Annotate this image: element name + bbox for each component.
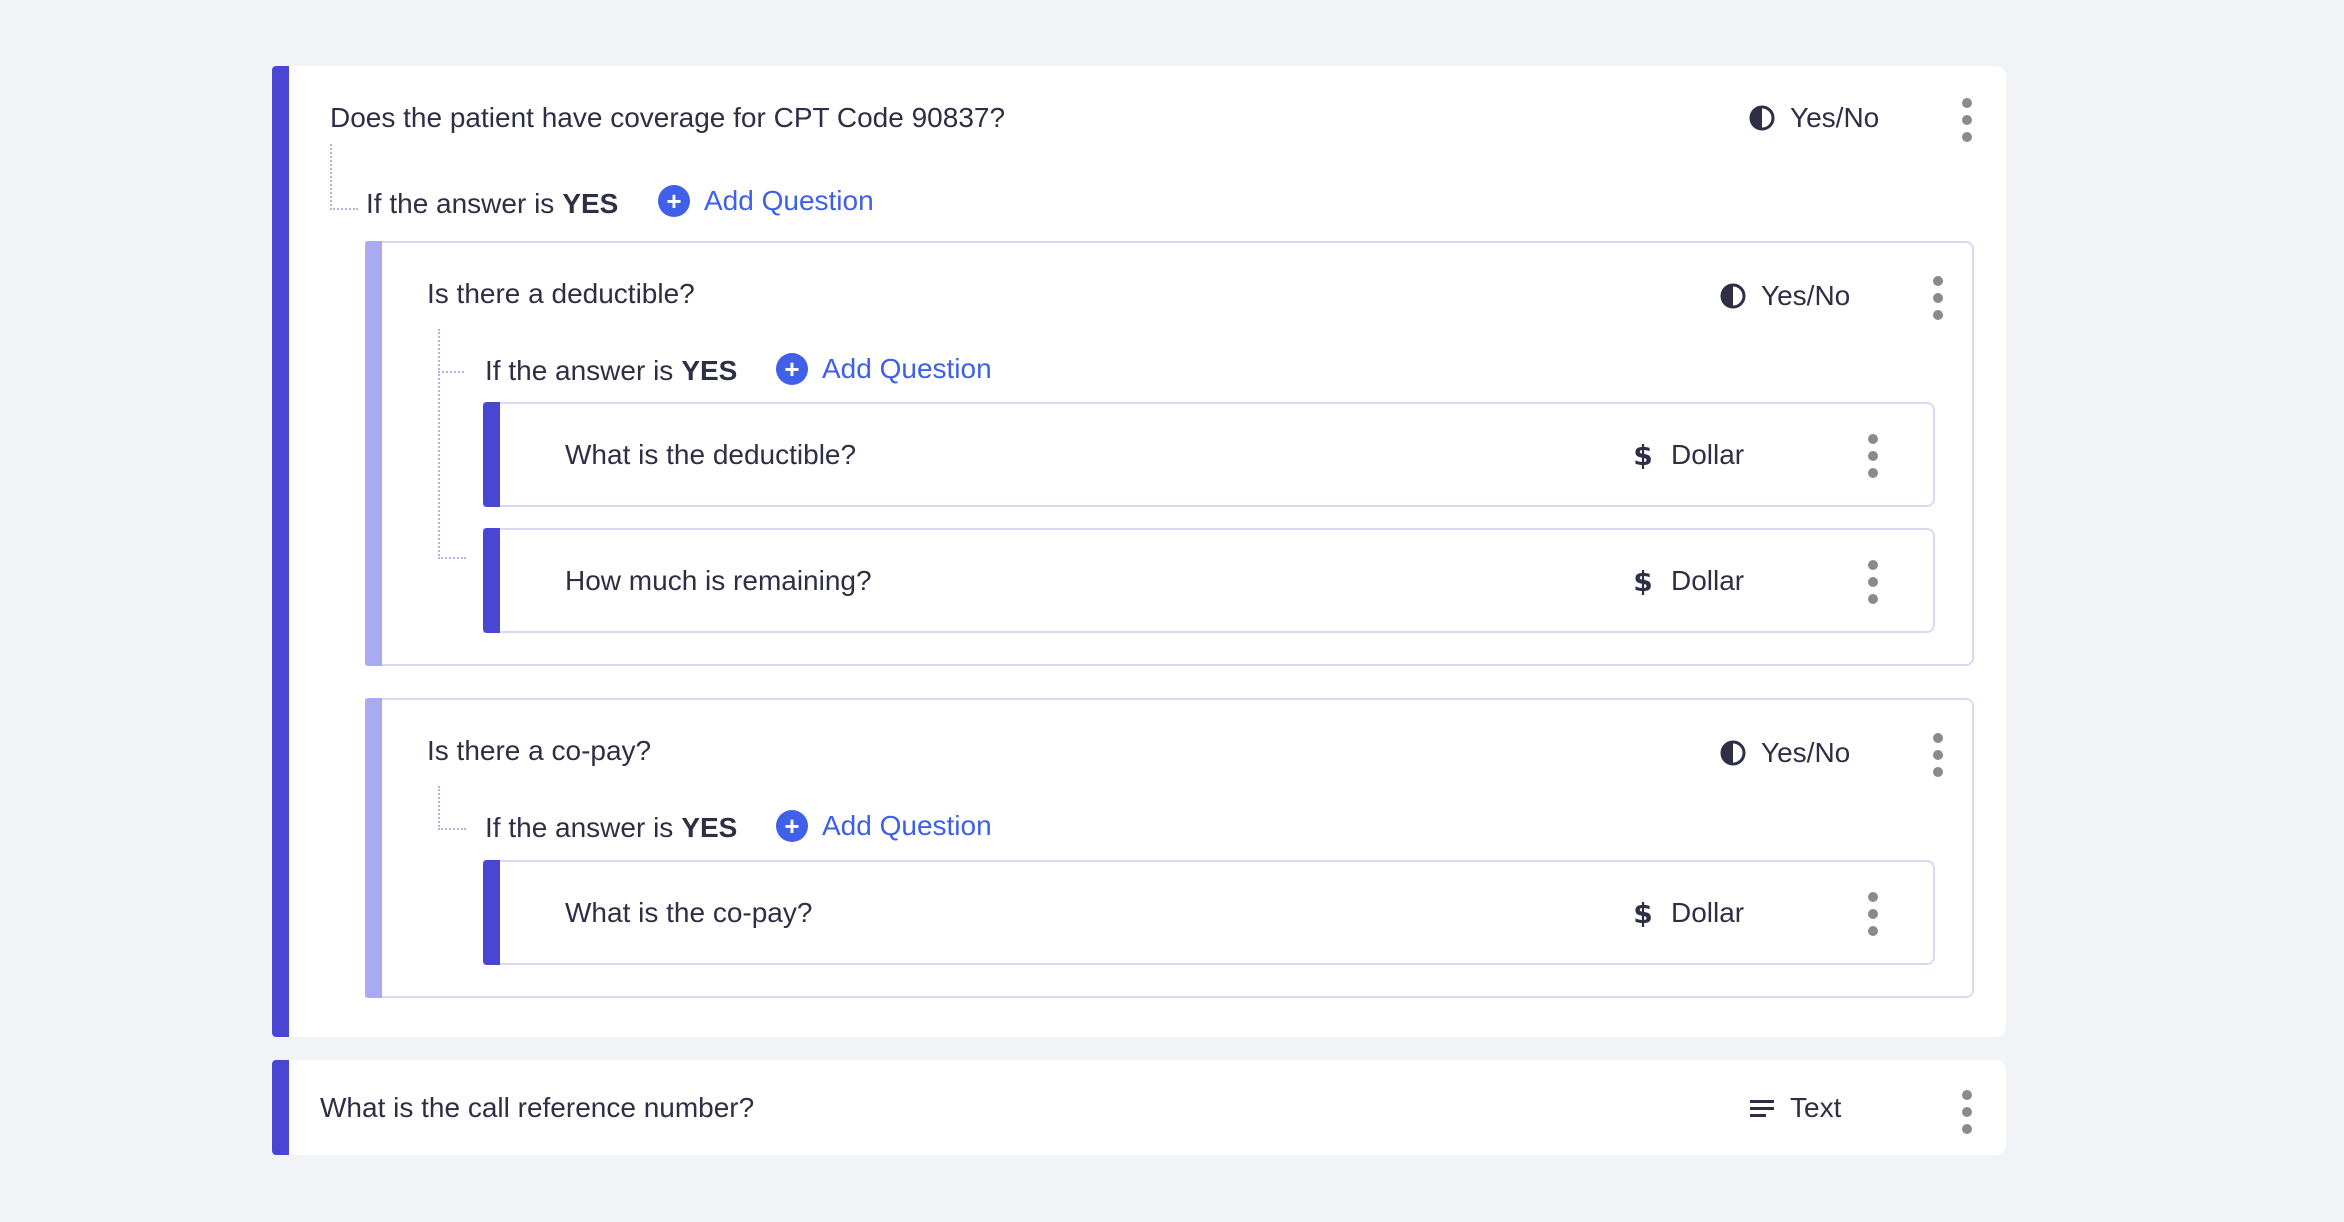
question-accent-bar: [365, 241, 382, 666]
question-type-coverage[interactable]: Yes/No: [1748, 100, 1879, 136]
question-type-dollar[interactable]: $ Dollar: [1629, 563, 1744, 599]
question-text: What is the co-pay?: [565, 897, 813, 928]
condition-label-copay: If the answer is YES: [485, 810, 737, 846]
dollar-icon: $: [1633, 441, 1652, 469]
question-type-dollar[interactable]: $ Dollar: [1629, 437, 1744, 473]
kebab-menu-icon[interactable]: [1952, 1090, 1982, 1134]
question-card-copay-amount[interactable]: What is the co-pay? $ Dollar: [483, 860, 1935, 965]
add-question-label: Add Question: [704, 185, 874, 216]
half-circle-icon: [1749, 105, 1775, 131]
question-type-label: Dollar: [1671, 439, 1745, 470]
question-text-copay: Is there a co-pay?: [427, 735, 652, 766]
question-accent-bar: [272, 66, 289, 1037]
question-type-dollar[interactable]: $ Dollar: [1629, 895, 1744, 931]
branch-connector: [438, 371, 466, 559]
question-text: What is the deductible?: [565, 439, 857, 470]
svg-text:$: $: [1633, 567, 1652, 595]
condition-value: YES: [681, 355, 738, 386]
half-circle-icon: [1720, 740, 1746, 766]
plus-circle-icon: +: [658, 185, 690, 217]
question-accent-bar: [483, 402, 500, 507]
plus-circle-icon: +: [776, 810, 808, 842]
kebab-menu-icon[interactable]: [1858, 892, 1888, 936]
add-question-button-deductible[interactable]: + Add Question: [776, 351, 992, 387]
plus-circle-icon: +: [776, 353, 808, 385]
condition-label-deductible: If the answer is YES: [485, 353, 737, 389]
branch-connector: [438, 329, 466, 373]
kebab-menu-icon[interactable]: [1923, 276, 1953, 320]
question-type-label: Text: [1790, 1092, 1842, 1123]
question-type-deductible[interactable]: Yes/No: [1719, 278, 1850, 314]
question-type-label: Dollar: [1671, 897, 1745, 928]
question-accent-bar: [272, 1060, 289, 1155]
question-type-label: Yes/No: [1761, 737, 1851, 768]
question-text-coverage: Does the patient have coverage for CPT C…: [330, 102, 1006, 133]
question-type-text[interactable]: Text: [1748, 1090, 1841, 1126]
kebab-menu-icon[interactable]: [1858, 560, 1888, 604]
question-card-deductible-amount[interactable]: What is the deductible? $ Dollar: [483, 402, 1935, 507]
question-type-label: Dollar: [1671, 565, 1745, 596]
question-type-copay[interactable]: Yes/No: [1719, 735, 1850, 771]
svg-text:$: $: [1633, 899, 1652, 927]
kebab-menu-icon[interactable]: [1923, 733, 1953, 777]
condition-value: YES: [681, 812, 738, 843]
question-type-label: Yes/No: [1790, 102, 1880, 133]
dollar-icon: $: [1633, 899, 1652, 927]
text-lines-icon: [1750, 1100, 1774, 1117]
question-accent-bar: [365, 698, 382, 998]
condition-label-coverage: If the answer is YES: [366, 186, 618, 222]
svg-text:$: $: [1633, 441, 1652, 469]
dollar-icon: $: [1633, 567, 1652, 595]
half-circle-icon: [1720, 283, 1746, 309]
question-card-deductible-remaining[interactable]: How much is remaining? $ Dollar: [483, 528, 1935, 633]
kebab-menu-icon[interactable]: [1858, 434, 1888, 478]
kebab-menu-icon[interactable]: [1952, 98, 1982, 142]
condition-value: YES: [562, 188, 619, 219]
add-question-button-coverage[interactable]: + Add Question: [658, 183, 874, 219]
branch-connector: [438, 786, 466, 830]
question-text-reference: What is the call reference number?: [320, 1092, 755, 1123]
question-card-reference[interactable]: What is the call reference number? Text: [272, 1060, 2006, 1155]
add-question-label: Add Question: [822, 353, 992, 384]
add-question-button-copay[interactable]: + Add Question: [776, 808, 992, 844]
question-text: How much is remaining?: [565, 565, 872, 596]
question-type-label: Yes/No: [1761, 280, 1851, 311]
add-question-label: Add Question: [822, 810, 992, 841]
branch-connector: [330, 144, 358, 210]
question-accent-bar: [483, 860, 500, 965]
question-text-deductible: Is there a deductible?: [427, 278, 695, 309]
question-accent-bar: [483, 528, 500, 633]
